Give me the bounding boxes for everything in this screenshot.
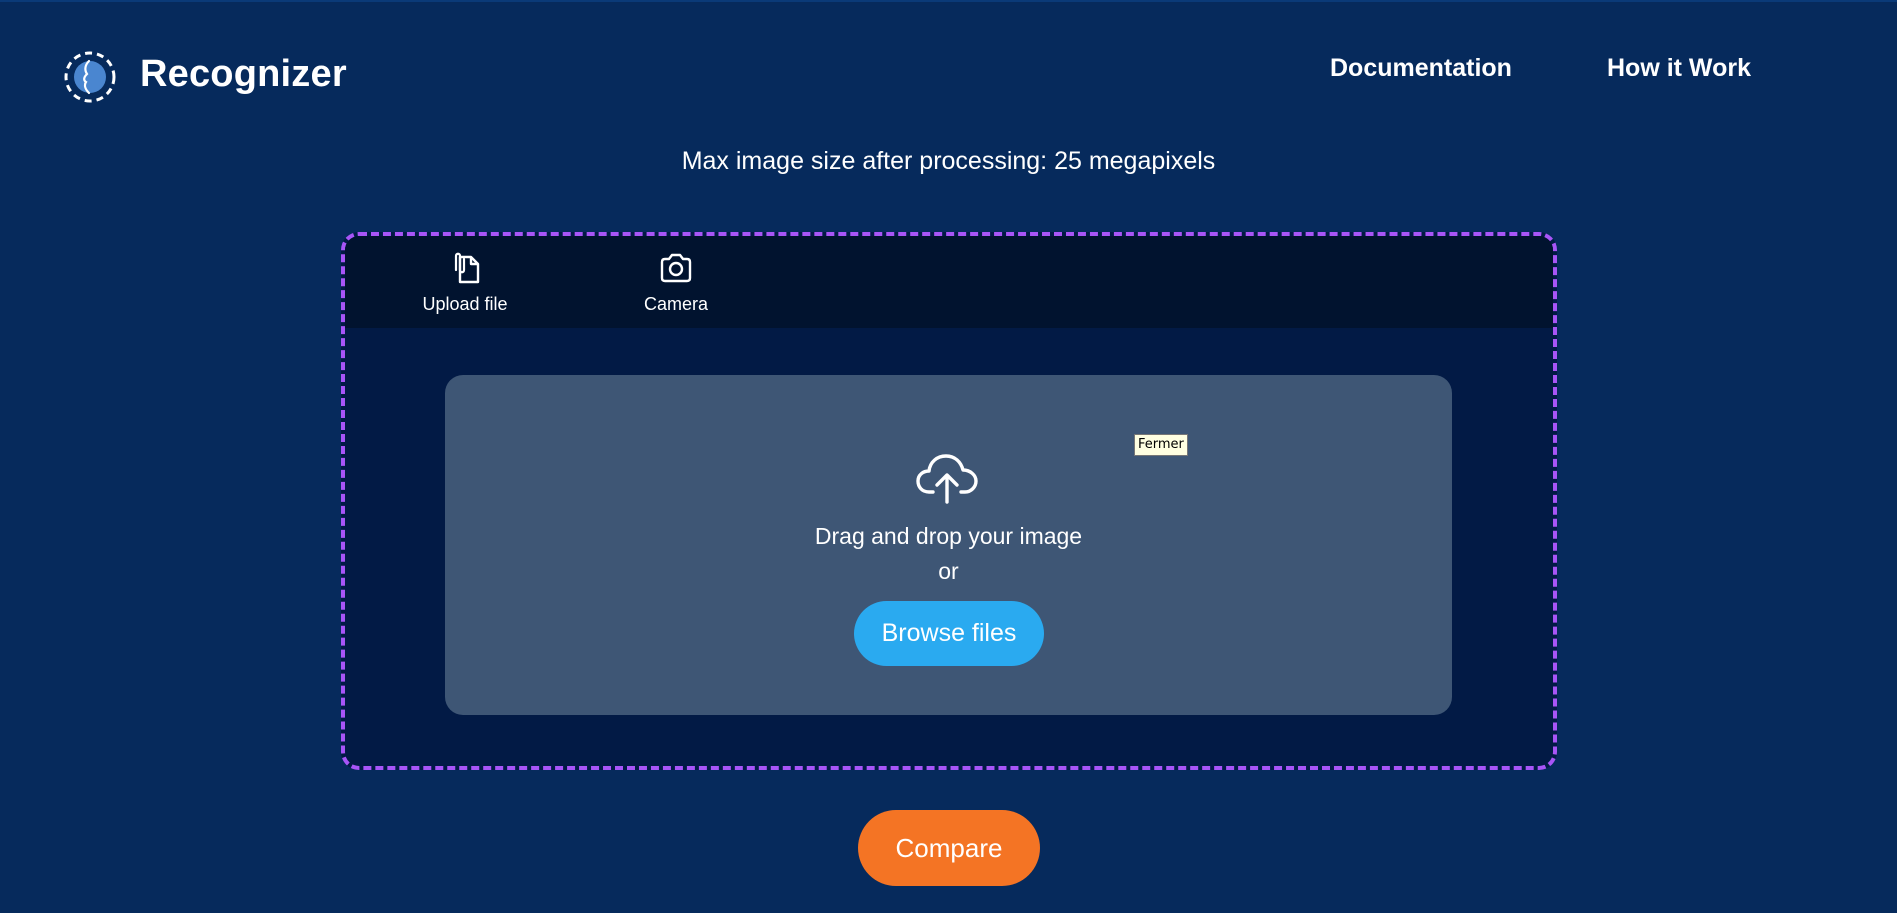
close-tooltip: Fermer: [1134, 434, 1188, 456]
tab-upload-file[interactable]: Upload file: [415, 250, 515, 315]
compare-button[interactable]: Compare: [858, 810, 1040, 886]
document-upload-icon: [454, 252, 480, 284]
brand-name[interactable]: Recognizer: [140, 50, 347, 98]
nav-documentation-link[interactable]: Documentation: [1330, 52, 1512, 84]
top-border: [0, 0, 1897, 2]
cloud-upload-icon: [916, 454, 978, 504]
max-image-size-notice: Max image size after processing: 25 mega…: [681, 147, 1216, 175]
source-tab-bar: Upload file Camera: [345, 236, 1553, 328]
upload-panel: Upload file Camera Drag and drop your im…: [341, 232, 1557, 770]
or-separator: or: [938, 558, 959, 584]
browse-files-button[interactable]: Browse files: [854, 601, 1044, 666]
drag-drop-instruction: Drag and drop your image: [814, 523, 1083, 549]
face-profile-logo-icon: [64, 51, 116, 103]
tab-camera[interactable]: Camera: [631, 250, 721, 315]
image-dropzone[interactable]: Drag and drop your image or Browse files: [445, 375, 1452, 715]
camera-icon: [660, 253, 692, 283]
tab-upload-file-label: Upload file: [422, 294, 508, 314]
nav-how-it-works-link[interactable]: How it Work: [1607, 52, 1751, 84]
tab-camera-label: Camera: [643, 294, 709, 314]
